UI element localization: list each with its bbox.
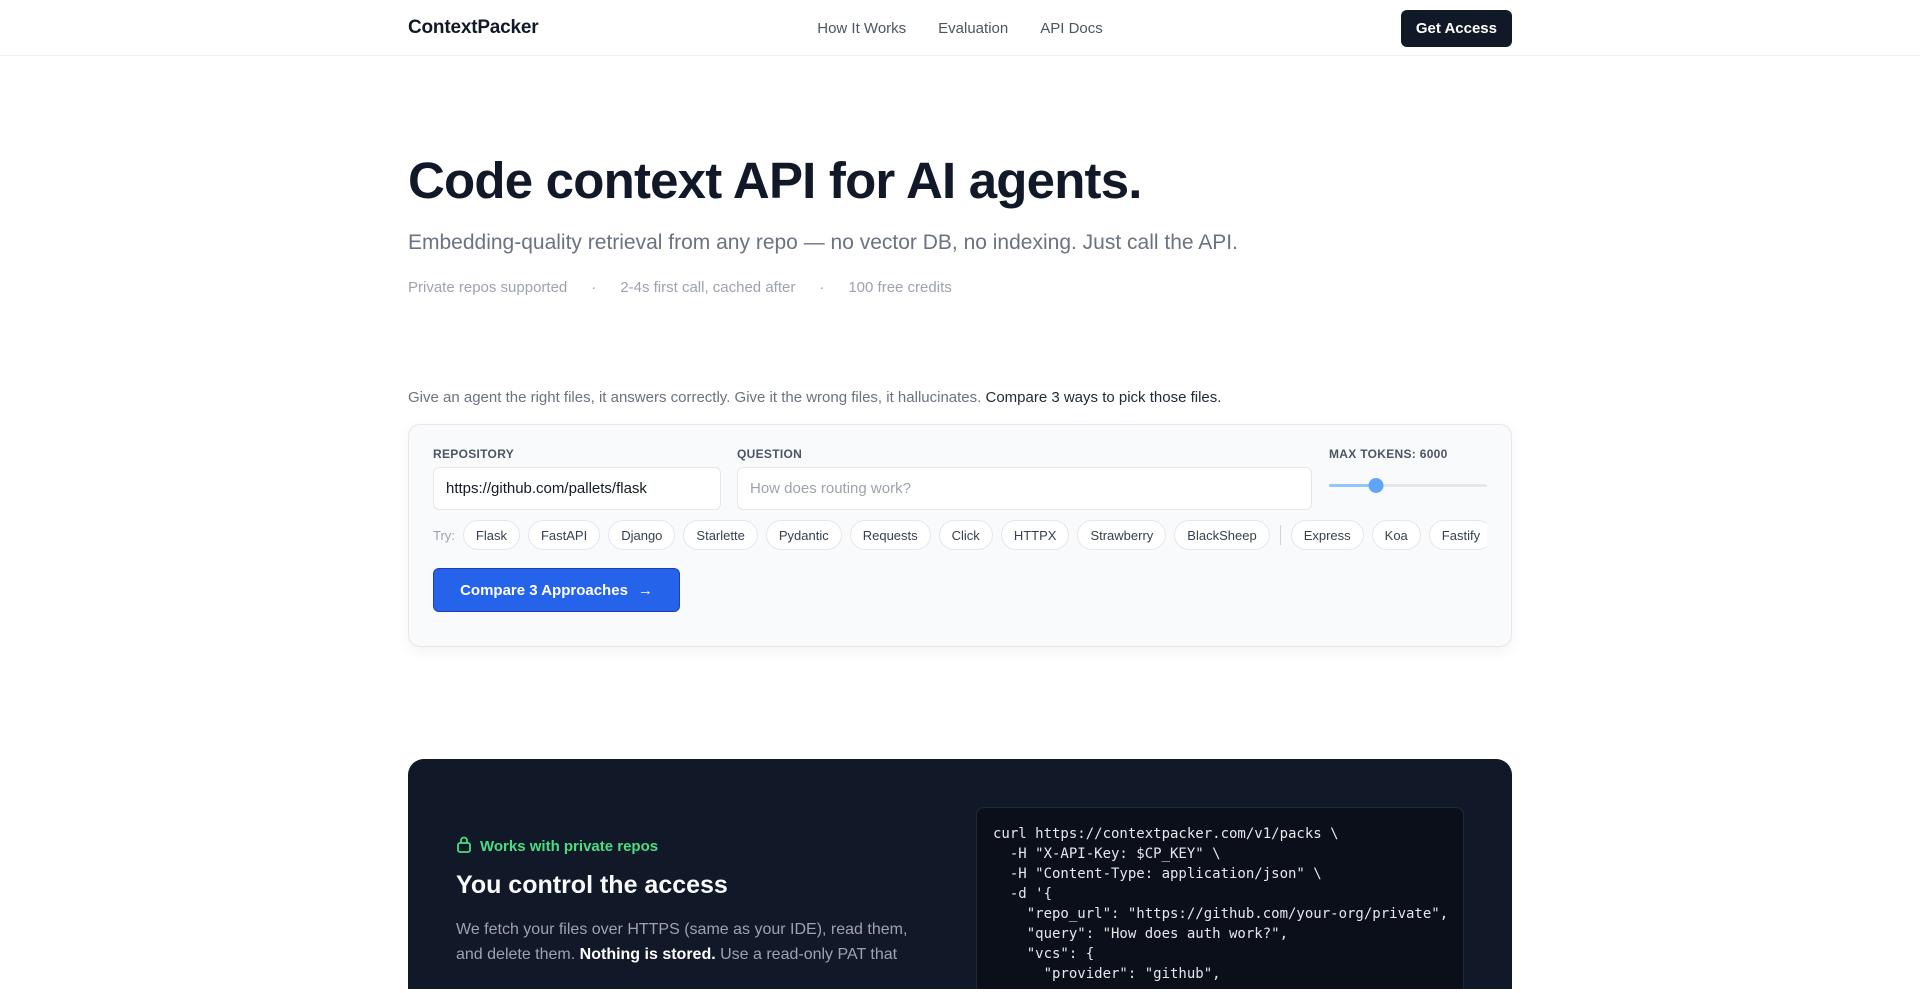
example-chip-pydantic[interactable]: Pydantic — [765, 520, 842, 551]
nav-link-how-it-works[interactable]: How It Works — [817, 20, 906, 37]
example-chip-starlette[interactable]: Starlette — [683, 520, 758, 551]
brand-logo[interactable]: ContextPacker — [408, 17, 539, 39]
demo-intro-strong: Compare 3 ways to pick those files. — [985, 389, 1222, 407]
compare-approaches-button[interactable]: Compare 3 Approaches → — [433, 568, 680, 613]
question-input[interactable] — [737, 467, 1312, 511]
demo-intro-text: Give an agent the right files, it answer… — [408, 389, 982, 407]
meta-separator: · — [591, 279, 597, 297]
question-group: QUESTION — [737, 447, 1312, 511]
repository-label: REPOSITORY — [433, 447, 515, 462]
meta-private-repos: Private repos supported — [408, 279, 568, 297]
lock-icon — [456, 835, 472, 857]
example-chip-click[interactable]: Click — [938, 520, 993, 551]
max-tokens-label: MAX TOKENS: 6000 — [1329, 447, 1448, 462]
private-text-bold: Nothing is stored. — [579, 945, 716, 963]
get-access-button[interactable]: Get Access — [1400, 9, 1512, 47]
example-chip-httpx[interactable]: HTTPX — [1000, 520, 1070, 551]
private-repos-section: Works with private repos You control the… — [408, 759, 1512, 990]
example-chip-fastapi[interactable]: FastAPI — [527, 520, 601, 551]
top-nav: ContextPacker How It Works Evaluation AP… — [0, 0, 1920, 56]
arrow-right-icon: → — [637, 581, 653, 599]
example-chip-flask[interactable]: Flask — [462, 520, 520, 551]
example-chip-blacksheep[interactable]: BlackSheep — [1174, 520, 1270, 551]
example-chip-django[interactable]: Django — [608, 520, 676, 551]
example-chip-express[interactable]: Express — [1290, 520, 1364, 551]
nav-link-evaluation[interactable]: Evaluation — [938, 20, 1008, 37]
hero-title: Code context API for AI agents. — [408, 152, 1142, 209]
private-repos-text: We fetch your files over HTTPS (same as … — [456, 918, 936, 968]
max-tokens-slider[interactable] — [1329, 467, 1487, 510]
compare-button-label: Compare 3 Approaches — [460, 581, 628, 599]
repository-input[interactable] — [433, 467, 721, 511]
example-chip-requests[interactable]: Requests — [849, 520, 931, 551]
private-repos-badge: Works with private repos — [456, 835, 936, 857]
meta-separator: · — [819, 279, 825, 297]
curl-code-block: curl https://contextpacker.com/v1/packs … — [976, 807, 1464, 990]
example-chip-strawberry[interactable]: Strawberry — [1077, 520, 1167, 551]
example-chip-koa[interactable]: Koa — [1371, 520, 1421, 551]
meta-latency: 2-4s first call, cached after — [620, 279, 796, 297]
hero-subtitle: Embedding-quality retrieval from any rep… — [408, 231, 1238, 255]
nav-link-api-docs[interactable]: API Docs — [1040, 20, 1103, 37]
nav-links: How It Works Evaluation API Docs — [817, 20, 1103, 37]
chip-group-divider — [1279, 525, 1281, 546]
demo-card: REPOSITORY QUESTION MAX TOKENS: 6000 Try… — [408, 424, 1512, 648]
hero-section: Code context API for AI agents. Embeddin… — [408, 56, 1512, 296]
repository-group: REPOSITORY — [433, 447, 721, 511]
try-label: Try: — [433, 527, 455, 543]
example-chip-fastify[interactable]: Fastify — [1428, 520, 1487, 551]
demo-intro: Give an agent the right files, it answer… — [408, 389, 1512, 406]
meta-free-credits: 100 free credits — [848, 279, 952, 297]
question-label: QUESTION — [737, 447, 803, 462]
example-repos: Try: Flask FastAPI Django Starlette Pydantic… — [433, 520, 1487, 551]
demo-section: Give an agent the right files, it answer… — [408, 389, 1512, 648]
slider-thumb[interactable] — [1368, 478, 1384, 494]
max-tokens-group: MAX TOKENS: 6000 — [1329, 447, 1487, 510]
private-text-part: Use a read-only PAT that — [720, 945, 898, 963]
hero-meta: Private repos supported · 2-4s first cal… — [408, 279, 1512, 296]
private-repos-badge-label: Works with private repos — [480, 837, 659, 855]
private-repos-title: You control the access — [456, 871, 728, 900]
private-repos-copy: Works with private repos You control the… — [456, 835, 936, 968]
